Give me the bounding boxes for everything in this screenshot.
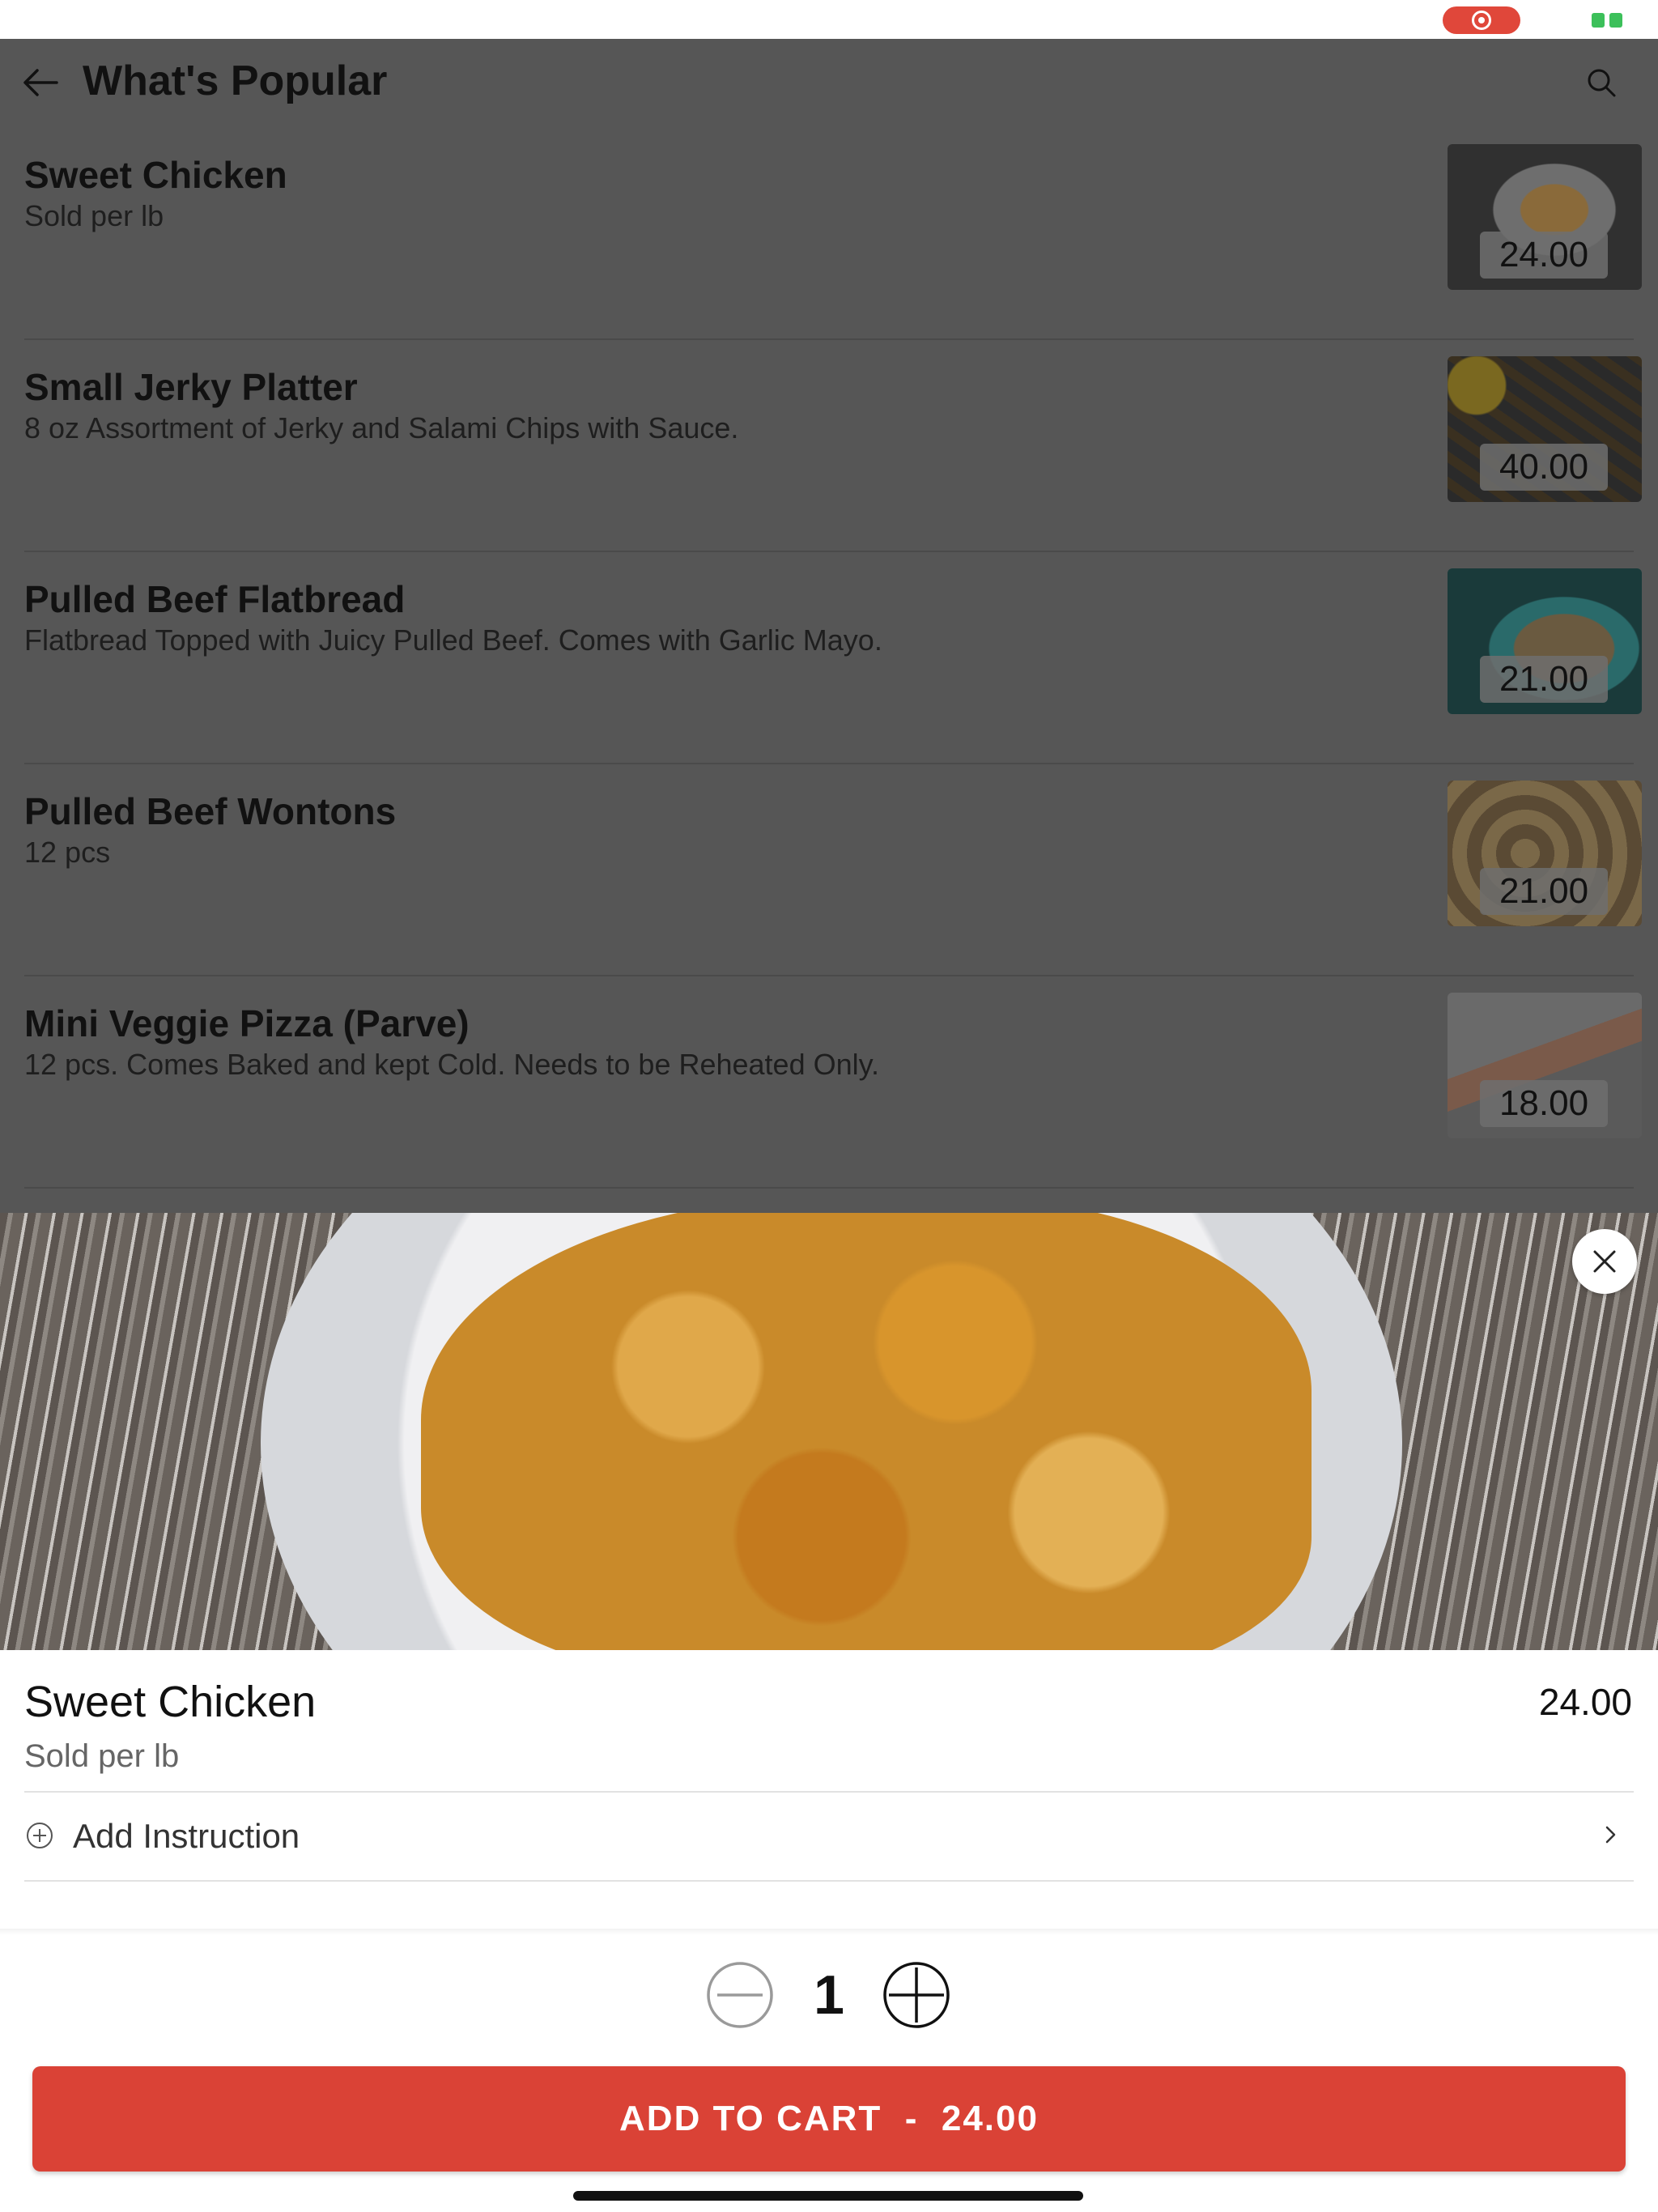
item-price: 24.00 — [1480, 232, 1608, 279]
menu-item[interactable]: Sweet Chicken Sold per lb 24.00 — [0, 128, 1658, 340]
menu-item[interactable]: Small Jerky Platter 8 oz Assortment of J… — [0, 340, 1658, 552]
close-icon — [1593, 1250, 1616, 1273]
item-description: Sold per lb — [24, 199, 164, 232]
item-name: Small Jerky Platter — [24, 366, 358, 408]
item-thumbnail: 21.00 — [1448, 568, 1642, 714]
menu-item[interactable]: Pulled Beef Wontons 12 pcs 21.00 — [0, 764, 1658, 976]
detail-item-price: 24.00 — [1538, 1681, 1632, 1723]
menu-item[interactable]: Mini Veggie Pizza (Parve) 12 pcs. Comes … — [0, 976, 1658, 1189]
page-title: What's Popular — [83, 57, 388, 104]
item-name: Sweet Chicken — [24, 154, 287, 196]
add-instruction-row[interactable]: Add Instruction — [0, 1793, 1658, 1880]
food — [421, 1213, 1312, 1650]
popular-list-page: What's Popular Sweet Chicken Sold per lb… — [0, 39, 1658, 1213]
item-price: 21.00 — [1480, 656, 1608, 703]
item-thumbnail: 24.00 — [1448, 144, 1642, 290]
item-thumbnail: 21.00 — [1448, 781, 1642, 926]
menu-item[interactable]: Pulled Beef Flatbread Flatbread Topped w… — [0, 552, 1658, 764]
app-header: What's Popular — [0, 39, 1658, 128]
close-button[interactable] — [1572, 1229, 1637, 1294]
item-thumbnail: 18.00 — [1448, 993, 1642, 1138]
plus-circle-icon — [27, 1823, 53, 1848]
item-description: 8 oz Assortment of Jerky and Salami Chip… — [24, 411, 739, 445]
item-price: 40.00 — [1480, 444, 1608, 491]
item-name: Pulled Beef Flatbread — [24, 578, 406, 620]
screen-recording-indicator[interactable] — [1443, 6, 1520, 34]
search-icon[interactable] — [1585, 66, 1618, 99]
add-to-cart-button[interactable]: ADD TO CART - 24.00 — [32, 2066, 1626, 2172]
detail-item-name: Sweet Chicken — [24, 1678, 317, 1726]
item-price: 18.00 — [1480, 1080, 1608, 1127]
item-price: 21.00 — [1480, 868, 1608, 915]
chevron-right-icon — [1605, 1826, 1616, 1844]
battery-icon — [1592, 13, 1626, 28]
detail-item-description: Sold per lb — [24, 1738, 180, 1774]
add-to-cart-label: ADD TO CART - 24.00 — [619, 2099, 1039, 2138]
quantity-increase-button[interactable] — [882, 1961, 950, 2029]
item-detail-sheet: Sweet Chicken 24.00 Sold per lb Add Inst… — [0, 1213, 1658, 2212]
section-separator — [0, 1929, 1658, 1935]
item-description: 12 pcs. Comes Baked and kept Cold. Needs… — [24, 1048, 879, 1081]
divider — [24, 1187, 1634, 1189]
home-indicator[interactable] — [573, 2191, 1083, 2201]
add-instruction-label: Add Instruction — [73, 1817, 300, 1855]
item-thumbnail: 40.00 — [1448, 356, 1642, 502]
item-name: Pulled Beef Wontons — [24, 790, 397, 832]
quantity-decrease-button[interactable] — [706, 1961, 774, 2029]
back-arrow-icon[interactable] — [23, 68, 58, 97]
item-description: 12 pcs — [24, 836, 111, 869]
divider — [24, 1880, 1634, 1882]
status-bar — [0, 0, 1658, 39]
item-hero-image — [0, 1213, 1658, 1650]
item-name: Mini Veggie Pizza (Parve) — [24, 1002, 470, 1044]
record-icon — [1472, 11, 1491, 30]
quantity-value: 1 — [814, 1964, 844, 2026]
item-description: Flatbread Topped with Juicy Pulled Beef.… — [24, 623, 882, 657]
